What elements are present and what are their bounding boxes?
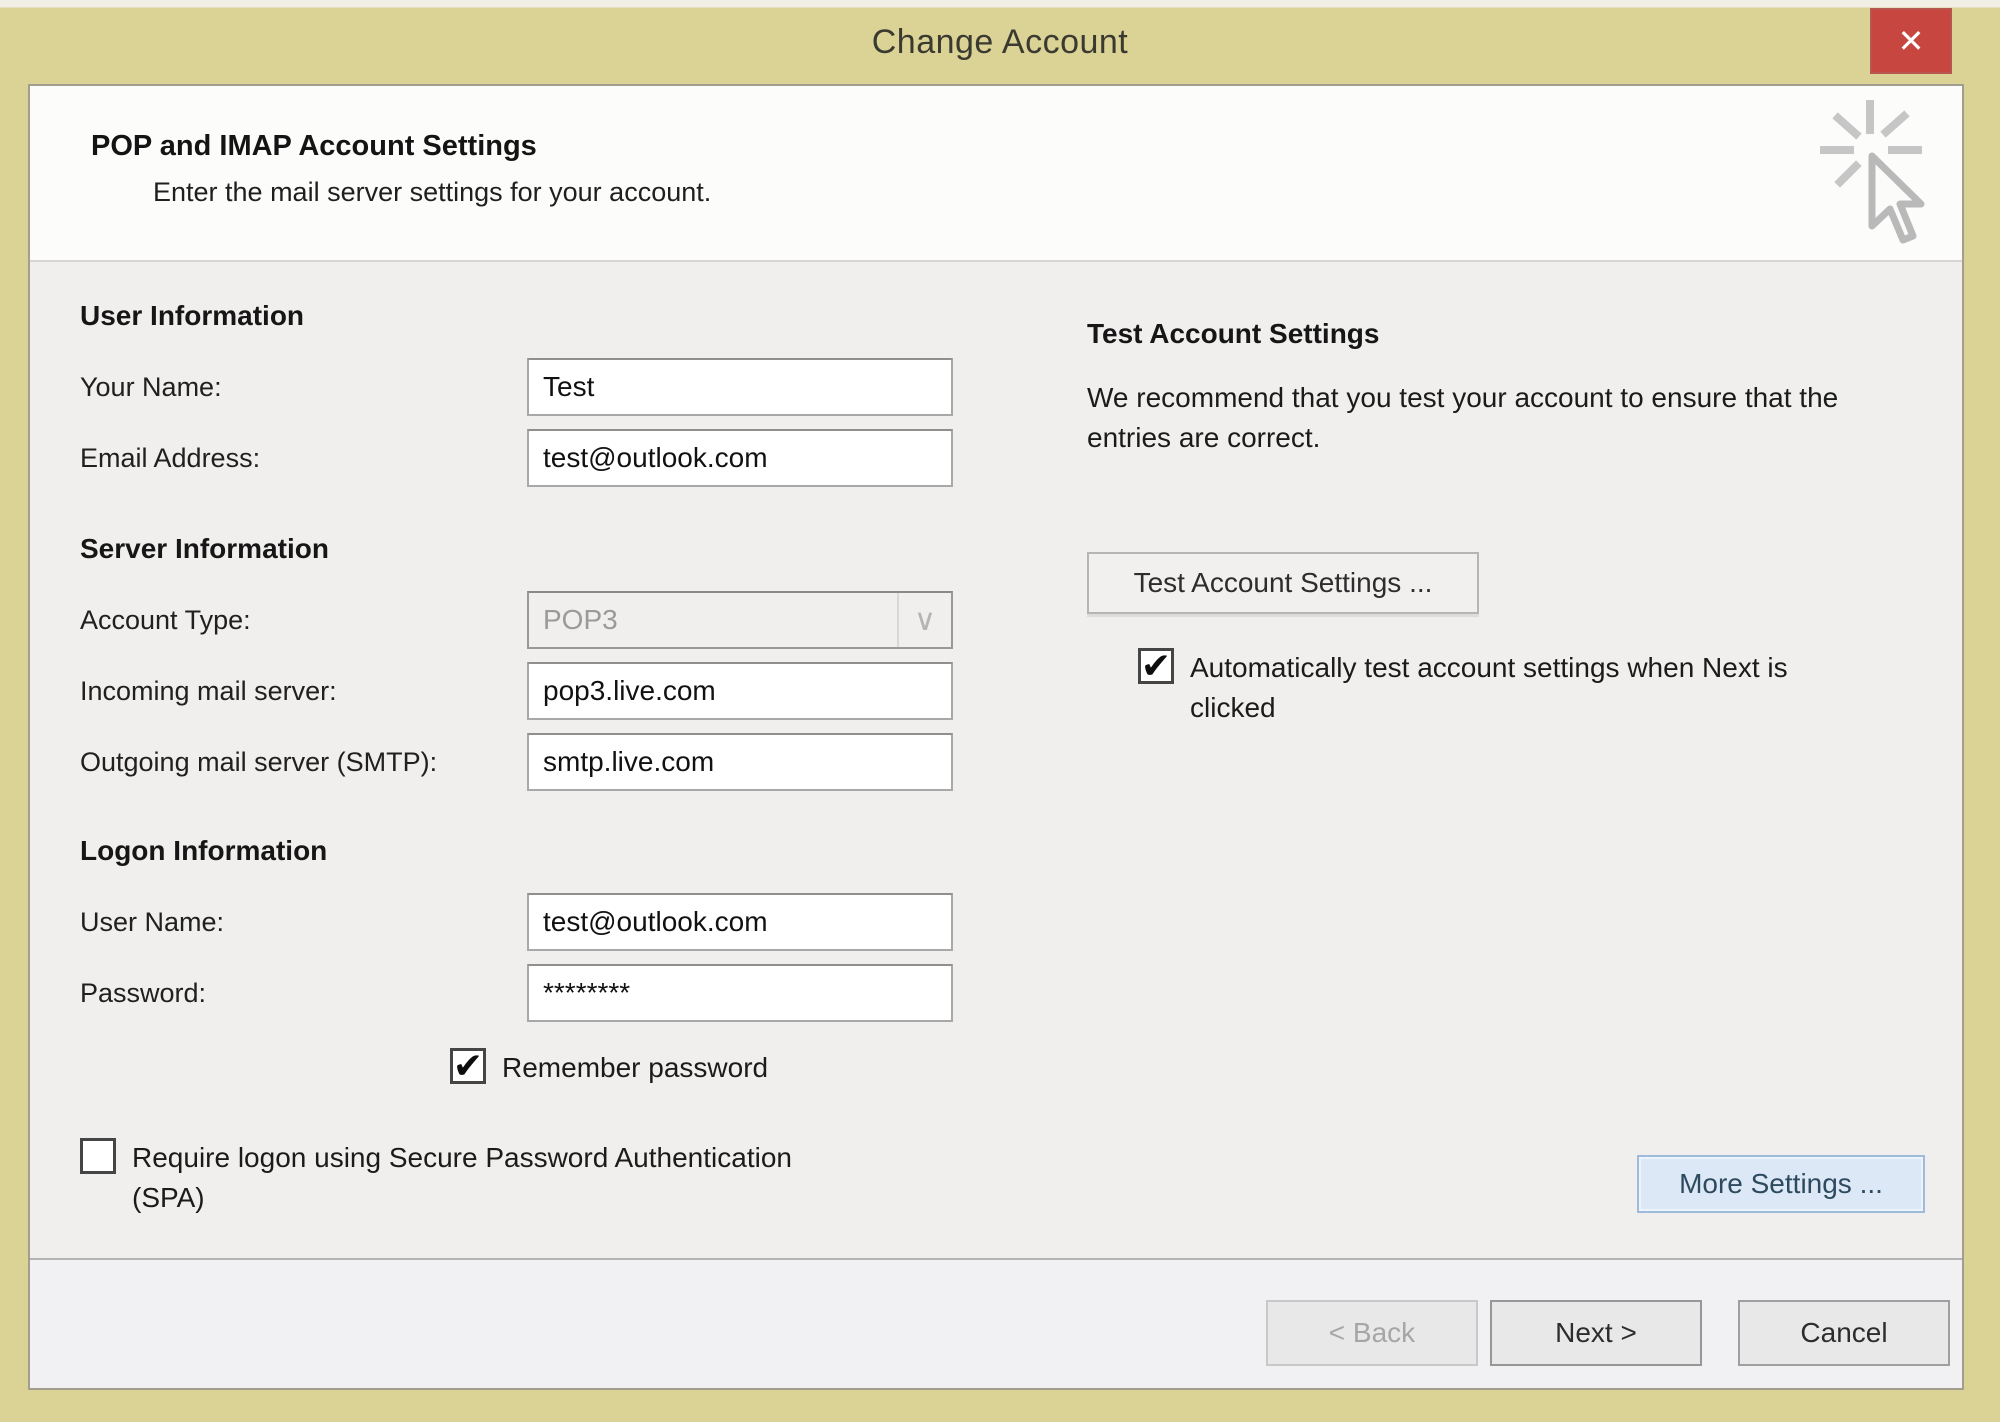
account-type-row: Account Type: POP3 ∨ <box>80 591 953 649</box>
auto-test-label: Automatically test account settings when… <box>1190 648 1820 728</box>
user-name-input[interactable] <box>527 893 953 951</box>
back-button[interactable]: < Back <box>1266 1300 1478 1366</box>
cancel-button[interactable]: Cancel <box>1738 1300 1950 1366</box>
spa-label: Require logon using Secure Password Auth… <box>132 1138 822 1218</box>
chevron-down-icon: ∨ <box>897 593 951 647</box>
your-name-label: Your Name: <box>80 372 527 403</box>
titlebar: Change Account ✕ <box>0 8 2000 76</box>
user-name-row: User Name: <box>80 893 953 951</box>
password-label: Password: <box>80 978 527 1009</box>
page-title: POP and IMAP Account Settings <box>91 130 1962 163</box>
user-name-label: User Name: <box>80 907 527 938</box>
spa-row: Require logon using Secure Password Auth… <box>80 1138 953 1218</box>
auto-test-row: ✔ Automatically test account settings wh… <box>1138 648 1948 728</box>
next-button[interactable]: Next > <box>1490 1300 1702 1366</box>
more-settings-button[interactable]: More Settings ... <box>1637 1155 1925 1213</box>
remember-password-row: ✔ Remember password <box>450 1048 953 1088</box>
incoming-server-label: Incoming mail server: <box>80 676 527 707</box>
section-test-account-settings: Test Account Settings <box>1087 318 1948 350</box>
password-input[interactable] <box>527 964 953 1022</box>
email-address-row: Email Address: <box>80 429 953 487</box>
close-icon: ✕ <box>1898 25 1925 57</box>
spa-checkbox[interactable] <box>80 1138 116 1174</box>
dialog-header: POP and IMAP Account Settings Enter the … <box>30 86 1962 262</box>
email-address-input[interactable] <box>527 429 953 487</box>
settings-form-column: User Information Your Name: Email Addres… <box>80 262 953 1258</box>
dialog-content: User Information Your Name: Email Addres… <box>30 262 1962 1258</box>
outgoing-server-label: Outgoing mail server (SMTP): <box>80 747 527 778</box>
outgoing-server-input[interactable] <box>527 733 953 791</box>
password-row: Password: <box>80 964 953 1022</box>
test-account-settings-button[interactable]: Test Account Settings ... <box>1087 552 1479 614</box>
window-top-edge <box>0 0 2000 8</box>
remember-password-label: Remember password <box>502 1048 768 1088</box>
click-cursor-icon <box>1816 94 1934 252</box>
test-description: We recommend that you test your account … <box>1087 378 1887 458</box>
test-settings-column: Test Account Settings We recommend that … <box>1087 262 1948 1258</box>
wizard-footer: < Back Next > Cancel <box>30 1258 1962 1388</box>
account-type-label: Account Type: <box>80 605 527 636</box>
incoming-server-row: Incoming mail server: <box>80 662 953 720</box>
incoming-server-input[interactable] <box>527 662 953 720</box>
section-user-information: User Information <box>80 300 953 332</box>
auto-test-checkbox[interactable]: ✔ <box>1138 648 1174 684</box>
your-name-input[interactable] <box>527 358 953 416</box>
page-subtitle: Enter the mail server settings for your … <box>153 177 1962 208</box>
email-address-label: Email Address: <box>80 443 527 474</box>
outgoing-server-row: Outgoing mail server (SMTP): <box>80 733 953 791</box>
dialog-body: POP and IMAP Account Settings Enter the … <box>28 84 1964 1390</box>
remember-password-checkbox[interactable]: ✔ <box>450 1048 486 1084</box>
account-type-value: POP3 <box>543 604 897 636</box>
section-server-information: Server Information <box>80 533 953 565</box>
section-logon-information: Logon Information <box>80 835 953 867</box>
window-title: Change Account <box>872 23 1129 62</box>
close-button[interactable]: ✕ <box>1870 8 1952 74</box>
account-type-dropdown[interactable]: POP3 ∨ <box>527 591 953 649</box>
change-account-window: Change Account ✕ POP and IMAP Account Se… <box>0 0 2000 1422</box>
your-name-row: Your Name: <box>80 358 953 416</box>
